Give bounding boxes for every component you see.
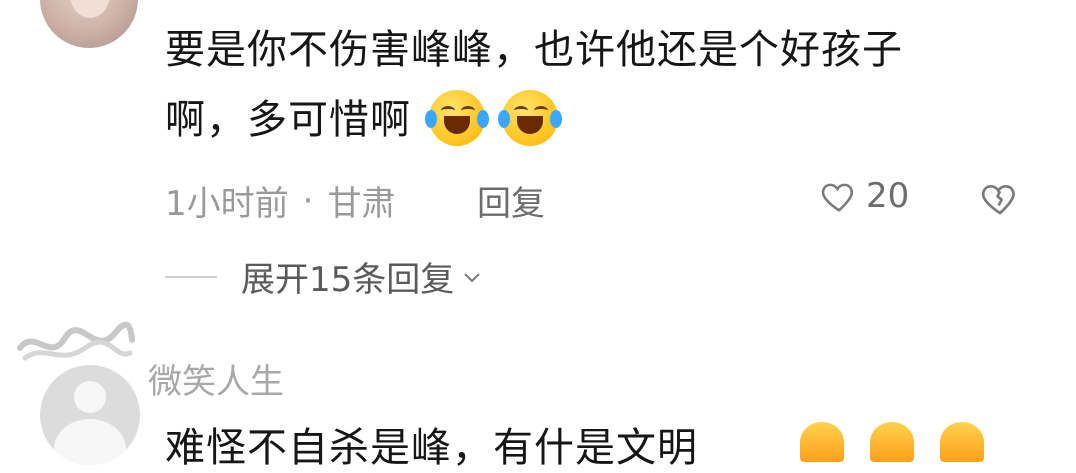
avatar-head [74, 381, 106, 413]
meta-separator: · [302, 180, 314, 221]
fire-emoji-icon [940, 422, 984, 462]
comment-text: 难怪不自杀是峰，有什是文明 [165, 425, 698, 471]
username[interactable]: 微笑人生 [148, 354, 284, 403]
laughing-crying-emoji-icon [424, 90, 489, 146]
heart-outline-icon [821, 183, 854, 212]
fire-emoji-icon [800, 422, 844, 462]
expand-replies-button[interactable]: 展开15条回复 [165, 252, 484, 301]
comment-location: 甘肃 [327, 184, 396, 224]
laughing-crying-emoji-icon [498, 90, 563, 146]
avatar[interactable] [40, 0, 138, 48]
broken-heart-icon[interactable] [980, 178, 1020, 218]
comment-text-fragment: 啊，多可惜啊 [165, 97, 411, 143]
comment-meta: 1小时前 · 甘肃 [165, 176, 395, 225]
comment-text-line: 啊，多可惜啊 [165, 90, 1045, 150]
emoji-row [800, 422, 984, 462]
avatar-face [70, 0, 110, 18]
avatar[interactable] [40, 365, 140, 465]
chevron-down-icon [464, 272, 480, 282]
reply-button[interactable]: 回复 [477, 176, 545, 225]
like-count: 20 [866, 176, 910, 216]
avatar-body [54, 419, 126, 465]
expand-replies-label: 展开15条回复 [241, 260, 455, 300]
comment-text-line: 要是你不伤害峰峰，也许他还是个好孩子 [165, 27, 903, 73]
fire-emoji-icon [870, 422, 914, 462]
divider-line [165, 275, 217, 278]
comment-time: 1小时前 [165, 184, 289, 224]
like-button[interactable]: 20 [820, 176, 909, 216]
redaction-scribble [17, 321, 135, 361]
